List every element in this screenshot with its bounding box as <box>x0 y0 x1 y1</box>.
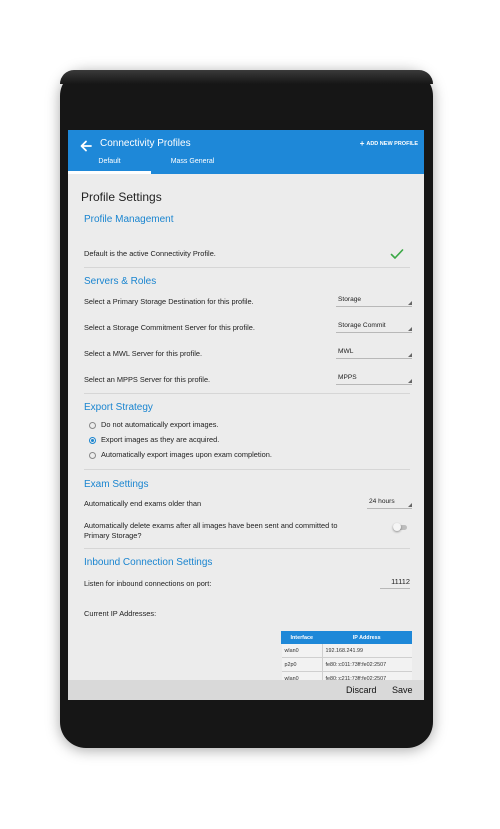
storage-commit-value: Storage Commit <box>338 322 386 329</box>
action-footer: Discard Save <box>68 680 424 700</box>
profile-tabs: Default Mass General <box>68 156 424 174</box>
auto-delete-label-line1: Automatically delete exams after all ima… <box>84 521 338 530</box>
section-profile-management: Profile Management <box>84 214 174 225</box>
add-new-profile-button[interactable]: + ADD NEW PROFILE <box>360 139 418 149</box>
radio-export-on-acquire-label: Export images as they are acquired. <box>101 435 220 444</box>
dropdown-arrow-icon <box>408 503 412 507</box>
auto-end-exams-select[interactable]: 24 hours <box>367 497 412 509</box>
inbound-port-label: Listen for inbound connections on port: <box>84 579 212 588</box>
tablet-device: Connectivity Profiles + ADD NEW PROFILE D… <box>60 70 433 748</box>
app-bar: Connectivity Profiles + ADD NEW PROFILE D… <box>68 130 424 174</box>
app-bar-title: Connectivity Profiles <box>100 138 191 149</box>
radio-no-export[interactable] <box>89 422 96 429</box>
dropdown-arrow-icon <box>408 353 412 357</box>
save-button[interactable]: Save <box>392 685 413 696</box>
column-header-interface: Interface <box>281 631 323 644</box>
table-row: wlan0 192.168.241.99 <box>281 643 412 658</box>
auto-end-exams-value: 24 hours <box>369 498 395 505</box>
mpps-server-select[interactable]: MPPS <box>336 373 412 385</box>
back-arrow-icon[interactable] <box>79 139 93 153</box>
primary-storage-value: Storage <box>338 296 362 303</box>
table-row: p2p0 fe80::c011:73ff:fe02:2507 <box>281 657 412 672</box>
table-header-row: Interface IP Address <box>281 631 412 644</box>
device-bezel-edge <box>60 70 433 84</box>
mwl-server-label: Select a MWL Server for this profile. <box>84 349 203 358</box>
mwl-server-value: MWL <box>338 348 354 355</box>
divider <box>84 267 410 268</box>
tab-default[interactable]: Default <box>68 156 151 174</box>
discard-button[interactable]: Discard <box>346 685 377 696</box>
plus-icon: + <box>359 139 365 148</box>
interface-cell: p2p0 <box>281 657 323 672</box>
check-icon <box>390 249 404 259</box>
current-ip-label: Current IP Addresses: <box>84 609 157 618</box>
dropdown-arrow-icon <box>408 379 412 383</box>
primary-storage-select[interactable]: Storage <box>336 295 412 307</box>
auto-delete-toggle[interactable] <box>393 523 407 531</box>
section-export-strategy: Export Strategy <box>84 402 153 413</box>
radio-export-on-completion-label: Automatically export images upon exam co… <box>101 450 272 459</box>
section-exam-settings: Exam Settings <box>84 479 149 490</box>
tab-mass-general[interactable]: Mass General <box>151 156 234 174</box>
toggle-knob <box>393 523 401 531</box>
storage-commit-select[interactable]: Storage Commit <box>336 321 412 333</box>
auto-delete-label-line2: Primary Storage? <box>84 531 142 540</box>
primary-storage-label: Select a Primary Storage Destination for… <box>84 297 254 306</box>
add-new-profile-label: ADD NEW PROFILE <box>366 141 418 147</box>
dropdown-arrow-icon <box>408 327 412 331</box>
active-profile-status: Default is the active Connectivity Profi… <box>84 249 216 258</box>
dropdown-arrow-icon <box>408 301 412 305</box>
radio-no-export-label: Do not automatically export images. <box>101 420 219 429</box>
divider <box>84 548 410 549</box>
profile-settings-content: Profile Settings Profile Management Defa… <box>68 174 424 686</box>
auto-end-exams-label: Automatically end exams older than <box>84 499 202 508</box>
radio-export-on-acquire[interactable] <box>89 437 96 444</box>
app-screen: Connectivity Profiles + ADD NEW PROFILE D… <box>68 130 424 700</box>
column-header-ip-address: IP Address <box>321 631 412 644</box>
mwl-server-select[interactable]: MWL <box>336 347 412 359</box>
storage-commit-label: Select a Storage Commitment Server for t… <box>84 323 255 332</box>
interface-cell: wlan0 <box>281 643 323 658</box>
inbound-port-input[interactable]: 11112 <box>380 577 410 589</box>
mpps-server-value: MPPS <box>338 374 357 381</box>
divider <box>84 393 410 394</box>
radio-export-on-completion[interactable] <box>89 452 96 459</box>
mpps-server-label: Select an MPPS Server for this profile. <box>84 375 211 384</box>
ip-address-table: Interface IP Address wlan0 192.168.241.9… <box>281 631 412 686</box>
section-inbound-connection: Inbound Connection Settings <box>84 557 213 568</box>
section-servers-roles: Servers & Roles <box>84 276 157 287</box>
divider <box>84 469 410 470</box>
ip-address-cell: 192.168.241.99 <box>322 643 412 658</box>
page-title: Profile Settings <box>81 190 162 204</box>
ip-address-cell: fe80::c011:73ff:fe02:2507 <box>322 657 412 672</box>
